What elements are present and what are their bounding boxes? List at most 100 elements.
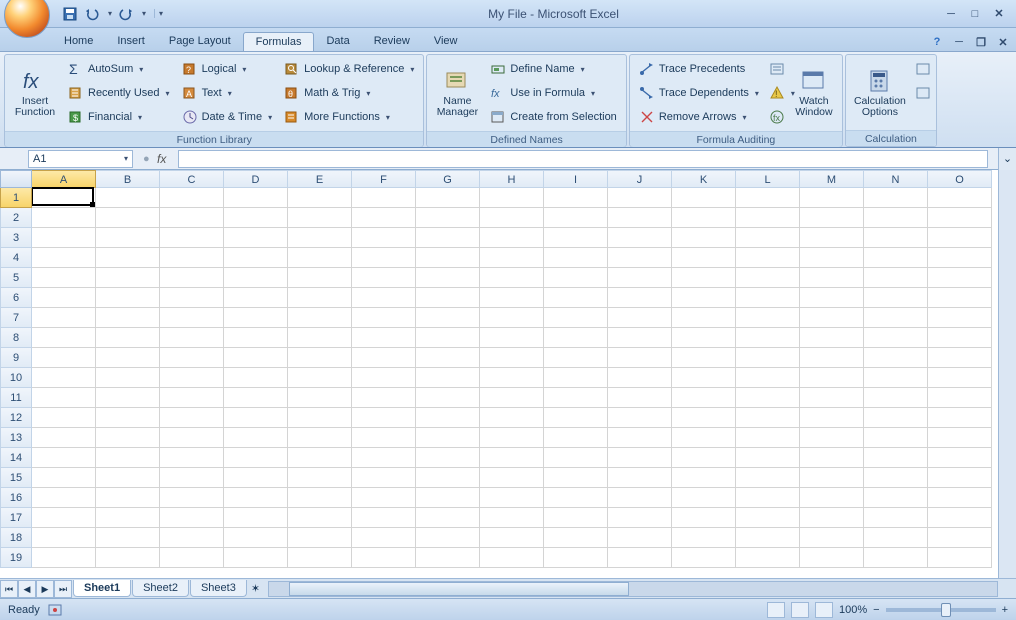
tab-home[interactable]: Home	[52, 32, 105, 51]
cell[interactable]	[480, 268, 544, 288]
cell[interactable]	[160, 188, 224, 208]
cell[interactable]	[672, 488, 736, 508]
autosum-button[interactable]: ΣAutoSum▾	[64, 58, 174, 80]
cell[interactable]	[608, 348, 672, 368]
cell[interactable]	[864, 368, 928, 388]
cell[interactable]	[96, 308, 160, 328]
cell[interactable]	[160, 408, 224, 428]
cell[interactable]	[352, 408, 416, 428]
name-manager-button[interactable]: Name Manager	[430, 58, 484, 128]
tab-formulas[interactable]: Formulas	[243, 32, 315, 51]
zoom-slider[interactable]	[886, 608, 996, 612]
cell[interactable]	[864, 308, 928, 328]
column-header[interactable]: K	[672, 170, 736, 188]
cell[interactable]	[928, 508, 992, 528]
page-break-view-button[interactable]	[815, 602, 833, 618]
cell[interactable]	[416, 408, 480, 428]
sheet-nav-first[interactable]: ⏮	[0, 580, 18, 598]
cell[interactable]	[96, 368, 160, 388]
cell[interactable]	[288, 528, 352, 548]
cell[interactable]	[480, 488, 544, 508]
cell[interactable]	[608, 508, 672, 528]
name-box[interactable]: A1▾	[28, 150, 133, 168]
doc-minimize-icon[interactable]: ─	[952, 35, 966, 49]
row-header[interactable]: 7	[0, 308, 32, 328]
column-header[interactable]: G	[416, 170, 480, 188]
cell[interactable]	[32, 508, 96, 528]
horizontal-scrollbar[interactable]	[268, 581, 998, 597]
cell[interactable]	[480, 248, 544, 268]
zoom-out-button[interactable]: −	[873, 604, 879, 616]
cell[interactable]	[672, 188, 736, 208]
row-header[interactable]: 10	[0, 368, 32, 388]
cell[interactable]	[672, 348, 736, 368]
cell[interactable]	[928, 348, 992, 368]
cell[interactable]	[608, 268, 672, 288]
cell[interactable]	[96, 388, 160, 408]
qat-customize[interactable]: ▾	[154, 9, 163, 18]
cell[interactable]	[800, 448, 864, 468]
cell[interactable]	[224, 208, 288, 228]
cell[interactable]	[864, 508, 928, 528]
cell[interactable]	[160, 248, 224, 268]
minimize-icon[interactable]: ─	[944, 7, 958, 21]
cell[interactable]	[480, 388, 544, 408]
cell[interactable]	[736, 288, 800, 308]
cell[interactable]	[480, 368, 544, 388]
cell[interactable]	[736, 388, 800, 408]
cell[interactable]	[416, 188, 480, 208]
row-header[interactable]: 11	[0, 388, 32, 408]
cell[interactable]	[352, 348, 416, 368]
cell[interactable]	[608, 308, 672, 328]
cell[interactable]	[288, 488, 352, 508]
cell[interactable]	[224, 528, 288, 548]
zoom-level[interactable]: 100%	[839, 604, 867, 616]
new-sheet-button[interactable]: ✶	[251, 582, 260, 595]
cell[interactable]	[160, 328, 224, 348]
redo-dropdown[interactable]: ▾	[142, 9, 146, 18]
cell[interactable]	[736, 508, 800, 528]
cell[interactable]	[288, 388, 352, 408]
cell[interactable]	[96, 508, 160, 528]
cell[interactable]	[352, 508, 416, 528]
cell[interactable]	[544, 368, 608, 388]
cell[interactable]	[288, 328, 352, 348]
row-header[interactable]: 18	[0, 528, 32, 548]
cell[interactable]	[928, 528, 992, 548]
row-header[interactable]: 6	[0, 288, 32, 308]
cell[interactable]	[800, 428, 864, 448]
cell[interactable]	[928, 188, 992, 208]
cell[interactable]	[928, 388, 992, 408]
cell[interactable]	[32, 408, 96, 428]
cell[interactable]	[928, 248, 992, 268]
cell[interactable]	[480, 528, 544, 548]
column-header[interactable]: E	[288, 170, 352, 188]
cell[interactable]	[224, 268, 288, 288]
cell[interactable]	[480, 548, 544, 568]
row-header[interactable]: 15	[0, 468, 32, 488]
cell[interactable]	[736, 328, 800, 348]
cell[interactable]	[160, 228, 224, 248]
cell[interactable]	[96, 448, 160, 468]
cell[interactable]	[416, 228, 480, 248]
row-header[interactable]: 9	[0, 348, 32, 368]
cell[interactable]	[224, 288, 288, 308]
cell[interactable]	[416, 388, 480, 408]
cell[interactable]	[352, 308, 416, 328]
maximize-icon[interactable]: □	[968, 7, 982, 21]
cell[interactable]	[736, 528, 800, 548]
cell[interactable]	[352, 488, 416, 508]
cell[interactable]	[544, 388, 608, 408]
cell[interactable]	[736, 448, 800, 468]
cell[interactable]	[352, 548, 416, 568]
cell[interactable]	[864, 528, 928, 548]
column-header[interactable]: H	[480, 170, 544, 188]
macro-record-icon[interactable]	[48, 603, 64, 617]
cell[interactable]	[800, 248, 864, 268]
cell[interactable]	[928, 308, 992, 328]
cell[interactable]	[800, 188, 864, 208]
column-header[interactable]: J	[608, 170, 672, 188]
cell[interactable]	[672, 308, 736, 328]
cell[interactable]	[736, 208, 800, 228]
column-header[interactable]: O	[928, 170, 992, 188]
